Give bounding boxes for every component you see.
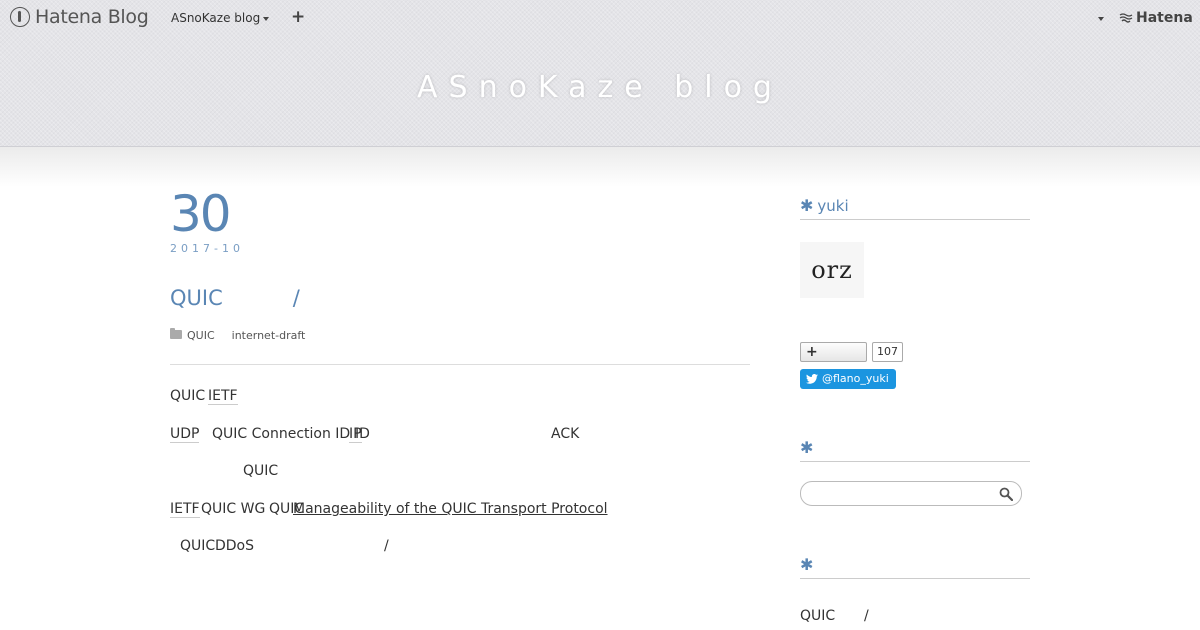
recent-entry-part: / <box>864 608 869 624</box>
hatena-brand-icon <box>1119 13 1133 23</box>
caret-down-icon[interactable] <box>1098 17 1104 21</box>
text: QUIC <box>243 463 279 479</box>
plus-icon: + <box>806 344 818 360</box>
subscriber-count: 107 <box>872 342 903 362</box>
entry-article: 30 2017-10 QUIC / QUIC internet-draft QU… <box>170 185 750 554</box>
keyword-link[interactable]: UDP <box>170 426 200 443</box>
text: ACK <box>551 426 580 442</box>
divider <box>170 364 750 365</box>
blog-switcher[interactable]: ASnoKaze blog <box>171 11 270 25</box>
asterisk-icon: ✱ <box>800 555 814 574</box>
global-header: Hatena Blog ASnoKaze blog + Hatena <box>0 0 1200 36</box>
text: QUIC WG <box>201 501 266 517</box>
search-heading: ✱ <box>800 438 1030 462</box>
hatena-logo-icon <box>10 7 30 27</box>
draft-link[interactable]: Manageability of the QUIC Transport Prot… <box>293 501 608 517</box>
keyword-link[interactable]: IETF <box>208 388 238 405</box>
hatena-brand-link[interactable]: Hatena <box>1119 10 1193 26</box>
entry-title-part: / <box>292 286 300 310</box>
entry-categories: QUIC internet-draft <box>170 328 322 342</box>
logo-text: Hatena Blog <box>35 6 149 28</box>
entry-title-part: QUIC <box>170 286 223 310</box>
category-link[interactable]: QUIC <box>187 329 215 342</box>
profile-name[interactable]: yuki <box>817 197 848 215</box>
profile-heading: ✱ yuki <box>800 196 1030 220</box>
blog-title[interactable]: ASnoKaze blog <box>0 70 1200 105</box>
hatena-blog-logo[interactable]: Hatena Blog <box>10 6 149 28</box>
category-link[interactable]: internet-draft <box>232 329 306 342</box>
twitter-bird-icon <box>806 374 818 384</box>
recent-entry-part: QUIC <box>800 608 836 624</box>
text: QUIC <box>170 388 206 404</box>
search-icon[interactable] <box>999 487 1013 501</box>
recent-entries-heading: ✱ <box>800 555 1030 579</box>
entry-date-year-month: 2017-10 <box>170 242 244 255</box>
entry-date-day: 30 <box>170 185 232 243</box>
new-entry-button[interactable]: + <box>291 9 305 26</box>
text: DDoS <box>215 538 255 554</box>
text: QUIC Connection ID <box>212 426 351 442</box>
text: ID <box>355 426 370 442</box>
search-box <box>800 481 1022 506</box>
subscribe-button[interactable]: + <box>800 342 867 362</box>
text: / <box>384 538 389 554</box>
twitter-handle: @flano_yuki <box>822 372 889 385</box>
asterisk-icon: ✱ <box>800 438 814 457</box>
hatena-brand-text: Hatena <box>1136 10 1193 26</box>
twitter-follow-button[interactable]: @flano_yuki <box>800 369 896 389</box>
caret-down-icon <box>263 16 270 21</box>
avatar[interactable]: orz <box>800 242 864 298</box>
avatar-text: orz <box>811 256 853 284</box>
asterisk-icon: ✱ <box>800 196 814 215</box>
search-input[interactable] <box>811 485 991 503</box>
sidebar: ✱ yuki orz + 107 @flano_yuki ✱ ✱ QUIC / <box>800 196 1030 624</box>
keyword-link[interactable]: IETF <box>170 501 200 518</box>
entry-title[interactable]: QUIC / <box>170 286 300 310</box>
text: QUIC <box>180 538 216 554</box>
folder-icon <box>170 328 182 339</box>
header-shadow <box>0 147 1200 187</box>
blog-switcher-label: ASnoKaze blog <box>171 11 261 25</box>
